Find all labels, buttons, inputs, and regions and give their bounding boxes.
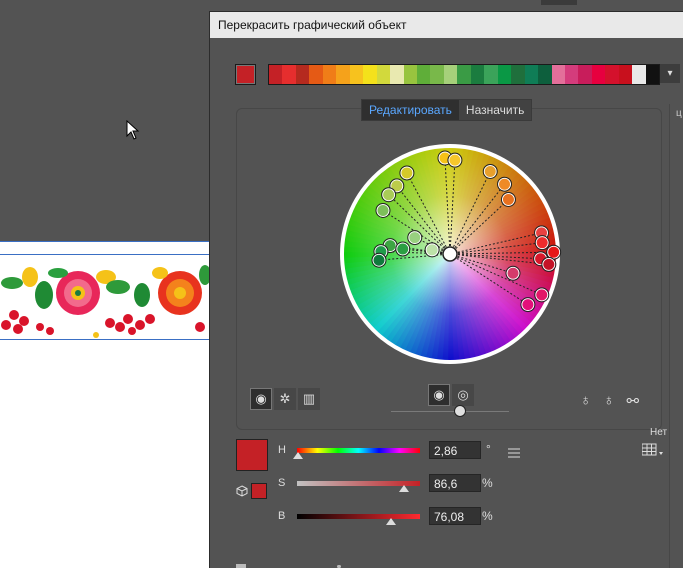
- color-handle[interactable]: [382, 188, 396, 202]
- show-saturation-icon[interactable]: ◉: [428, 384, 450, 406]
- strip-dropdown-chevron-icon[interactable]: ▾: [660, 64, 680, 83]
- color-handle[interactable]: [408, 231, 422, 245]
- strip-color-swatch[interactable]: [457, 65, 471, 84]
- saturation-label: S: [278, 477, 286, 489]
- tab-assign[interactable]: Назначить: [459, 100, 531, 120]
- strip-color-swatch[interactable]: [322, 65, 337, 84]
- hue-unit: °: [486, 442, 491, 456]
- clipped-side-label: ц: [676, 108, 682, 119]
- hue-slider[interactable]: [297, 448, 420, 453]
- saturation-value-field[interactable]: 86,6: [429, 474, 481, 492]
- hue-value-field[interactable]: 2,86: [429, 441, 481, 459]
- handle-tools: ♁ ♁ ⚯: [580, 392, 639, 410]
- mouse-cursor-icon: [126, 120, 140, 140]
- strip-color-swatch[interactable]: [470, 65, 485, 84]
- center-handle[interactable]: [442, 246, 458, 262]
- hue-slider-knob[interactable]: [292, 452, 303, 459]
- color-handle[interactable]: [547, 245, 561, 259]
- color-handle[interactable]: [448, 153, 462, 167]
- strip-color-swatch[interactable]: [618, 65, 633, 84]
- color-handle[interactable]: [483, 164, 497, 178]
- color-handle[interactable]: [542, 257, 556, 271]
- strip-color-swatch[interactable]: [403, 65, 417, 84]
- strip-color-swatch[interactable]: [282, 65, 296, 84]
- color-mode-menu-icon[interactable]: [508, 448, 520, 458]
- strip-color-swatch[interactable]: [605, 65, 619, 84]
- segmented-mode-icon[interactable]: ✲: [274, 388, 296, 410]
- active-color-swatch[interactable]: [236, 439, 268, 471]
- floral-pattern-image: [0, 255, 210, 339]
- remove-color-tool-icon[interactable]: ♁: [603, 392, 614, 410]
- strip-color-swatch[interactable]: [632, 65, 646, 84]
- gamut-cube-icon[interactable]: [236, 485, 248, 497]
- panel-divider: [669, 104, 670, 568]
- color-group-strip[interactable]: [268, 64, 660, 85]
- color-handle[interactable]: [521, 298, 535, 312]
- color-handle[interactable]: [498, 177, 512, 191]
- floral-pattern-artwork[interactable]: [0, 254, 210, 340]
- color-handle[interactable]: [501, 192, 515, 206]
- brightness-value-field[interactable]: 76,08: [429, 507, 481, 525]
- saturation-slider-knob[interactable]: [398, 485, 409, 492]
- brightness-slider-knob[interactable]: [454, 405, 466, 417]
- strip-color-swatch[interactable]: [578, 65, 592, 84]
- wheel-display-modes: ◉ ✲ ▥: [250, 388, 320, 410]
- strip-color-swatch[interactable]: [349, 65, 364, 84]
- strip-color-swatch[interactable]: [376, 65, 391, 84]
- dialog-title: Перекрасить графический объект: [210, 12, 683, 38]
- strip-color-swatch[interactable]: [591, 65, 606, 84]
- mode-tabs: Редактировать Назначить: [361, 99, 533, 121]
- bottom-checkbox-stub[interactable]: [236, 564, 246, 568]
- color-mode-none-label: Нет: [650, 427, 668, 438]
- color-table-grid-icon[interactable]: [642, 443, 664, 457]
- strip-color-swatch[interactable]: [645, 65, 660, 84]
- strip-color-swatch[interactable]: [524, 65, 539, 84]
- color-handle[interactable]: [372, 253, 386, 267]
- strip-color-swatch[interactable]: [443, 65, 458, 84]
- tab-edit[interactable]: Редактировать: [362, 100, 459, 120]
- brightness-slider-track[interactable]: [391, 411, 509, 412]
- brightness-label: B: [278, 510, 286, 522]
- strip-color-swatch[interactable]: [497, 65, 512, 84]
- saturation-unit: %: [482, 476, 493, 490]
- strip-color-swatch[interactable]: [551, 65, 565, 84]
- brightness-unit: %: [482, 509, 493, 523]
- strip-color-swatch[interactable]: [564, 65, 579, 84]
- bars-mode-icon[interactable]: ▥: [298, 388, 320, 410]
- brightness-slider-knob-b[interactable]: [385, 518, 396, 525]
- show-brightness-icon[interactable]: ◎: [452, 384, 474, 406]
- color-handle[interactable]: [400, 166, 414, 180]
- unlink-harmony-icon[interactable]: ⚯: [627, 392, 640, 410]
- hue-label: H: [278, 444, 286, 456]
- recolor-artwork-dialog: Перекрасить графический объект ▾ ц Редак…: [209, 11, 683, 568]
- closest-color-swatch[interactable]: [251, 483, 267, 499]
- strip-color-swatch[interactable]: [416, 65, 431, 84]
- toolbar-stub: [541, 0, 577, 5]
- add-color-tool-icon[interactable]: ♁: [580, 392, 591, 410]
- strip-color-swatch[interactable]: [336, 65, 350, 84]
- color-handle[interactable]: [425, 243, 439, 257]
- brightness-toggle-group: ◉ ◎: [428, 384, 474, 406]
- strip-color-swatch[interactable]: [484, 65, 498, 84]
- strip-color-swatch[interactable]: [295, 65, 310, 84]
- color-handle[interactable]: [376, 203, 390, 217]
- strip-color-swatch[interactable]: [538, 65, 552, 84]
- circle-mode-icon[interactable]: ◉: [250, 388, 272, 410]
- strip-color-swatch[interactable]: [390, 65, 404, 84]
- color-handle[interactable]: [535, 236, 549, 250]
- color-wheel[interactable]: [338, 142, 562, 366]
- color-handle[interactable]: [506, 266, 520, 280]
- strip-color-swatch[interactable]: [269, 65, 283, 84]
- strip-color-swatch[interactable]: [363, 65, 377, 84]
- strip-color-swatch[interactable]: [430, 65, 444, 84]
- strip-color-swatch[interactable]: [511, 65, 525, 84]
- brightness-slider[interactable]: [297, 514, 420, 519]
- current-color-swatch[interactable]: [235, 64, 256, 85]
- color-handle[interactable]: [396, 242, 410, 256]
- strip-color-swatch[interactable]: [309, 65, 323, 84]
- color-handle[interactable]: [535, 288, 549, 302]
